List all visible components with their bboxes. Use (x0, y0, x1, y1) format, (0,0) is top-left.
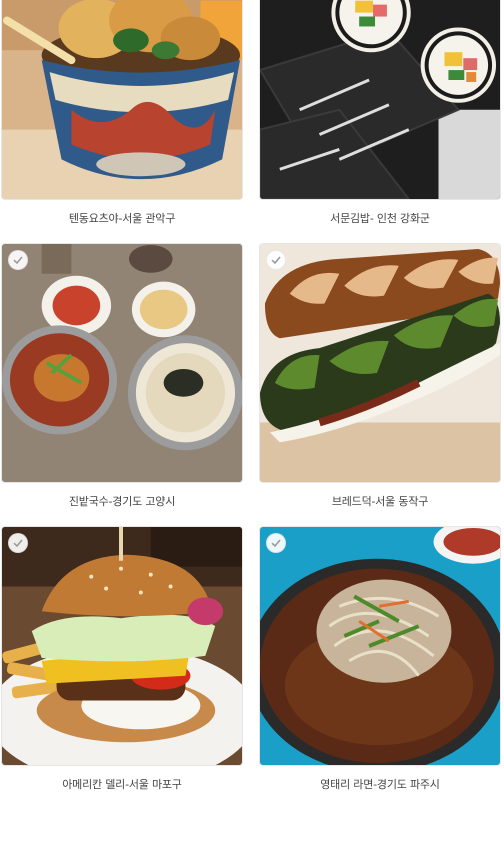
checkmark-icon (271, 539, 281, 548)
noodle-soup-table-photo[interactable] (1, 243, 243, 483)
gallery-card[interactable]: 텐동요츠야-서울 관악구 (1, 0, 245, 226)
checkmark-icon (13, 256, 23, 265)
card-caption: 진밭국수-경기도 고양시 (68, 495, 176, 508)
stuffed-bread-loaves-photo[interactable] (259, 243, 501, 483)
selection-checkmark[interactable] (266, 250, 286, 270)
card-caption: 영태리 라면-경기도 파주시 (320, 778, 440, 791)
card-caption: 아메리칸 델리-서울 마포구 (62, 778, 182, 791)
gallery-card[interactable]: 진밭국수-경기도 고양시 (1, 243, 245, 509)
checkmark-icon (13, 539, 23, 548)
spicy-ramen-bowl-photo[interactable] (259, 526, 501, 766)
gallery-card[interactable]: 영태리 라면-경기도 파주시 (259, 526, 503, 792)
selection-checkmark[interactable] (8, 250, 28, 270)
selection-checkmark[interactable] (266, 533, 286, 553)
selection-checkmark[interactable] (8, 533, 28, 553)
card-caption: 브레드덕-서울 동작구 (331, 495, 429, 508)
checkmark-icon (271, 256, 281, 265)
kimbap-rolls-photo[interactable] (259, 0, 501, 200)
tempura-rice-bowl-photo[interactable] (1, 0, 243, 200)
gallery-card[interactable]: 서문김밥- 인천 강화군 (259, 0, 503, 226)
hamburger-plate-photo[interactable] (1, 526, 243, 766)
card-caption: 서문김밥- 인천 강화군 (330, 212, 430, 225)
gallery-card[interactable]: 아메리칸 델리-서울 마포구 (1, 526, 245, 792)
gallery-card[interactable]: 브레드덕-서울 동작구 (259, 243, 503, 509)
card-caption: 텐동요츠야-서울 관악구 (68, 212, 176, 225)
